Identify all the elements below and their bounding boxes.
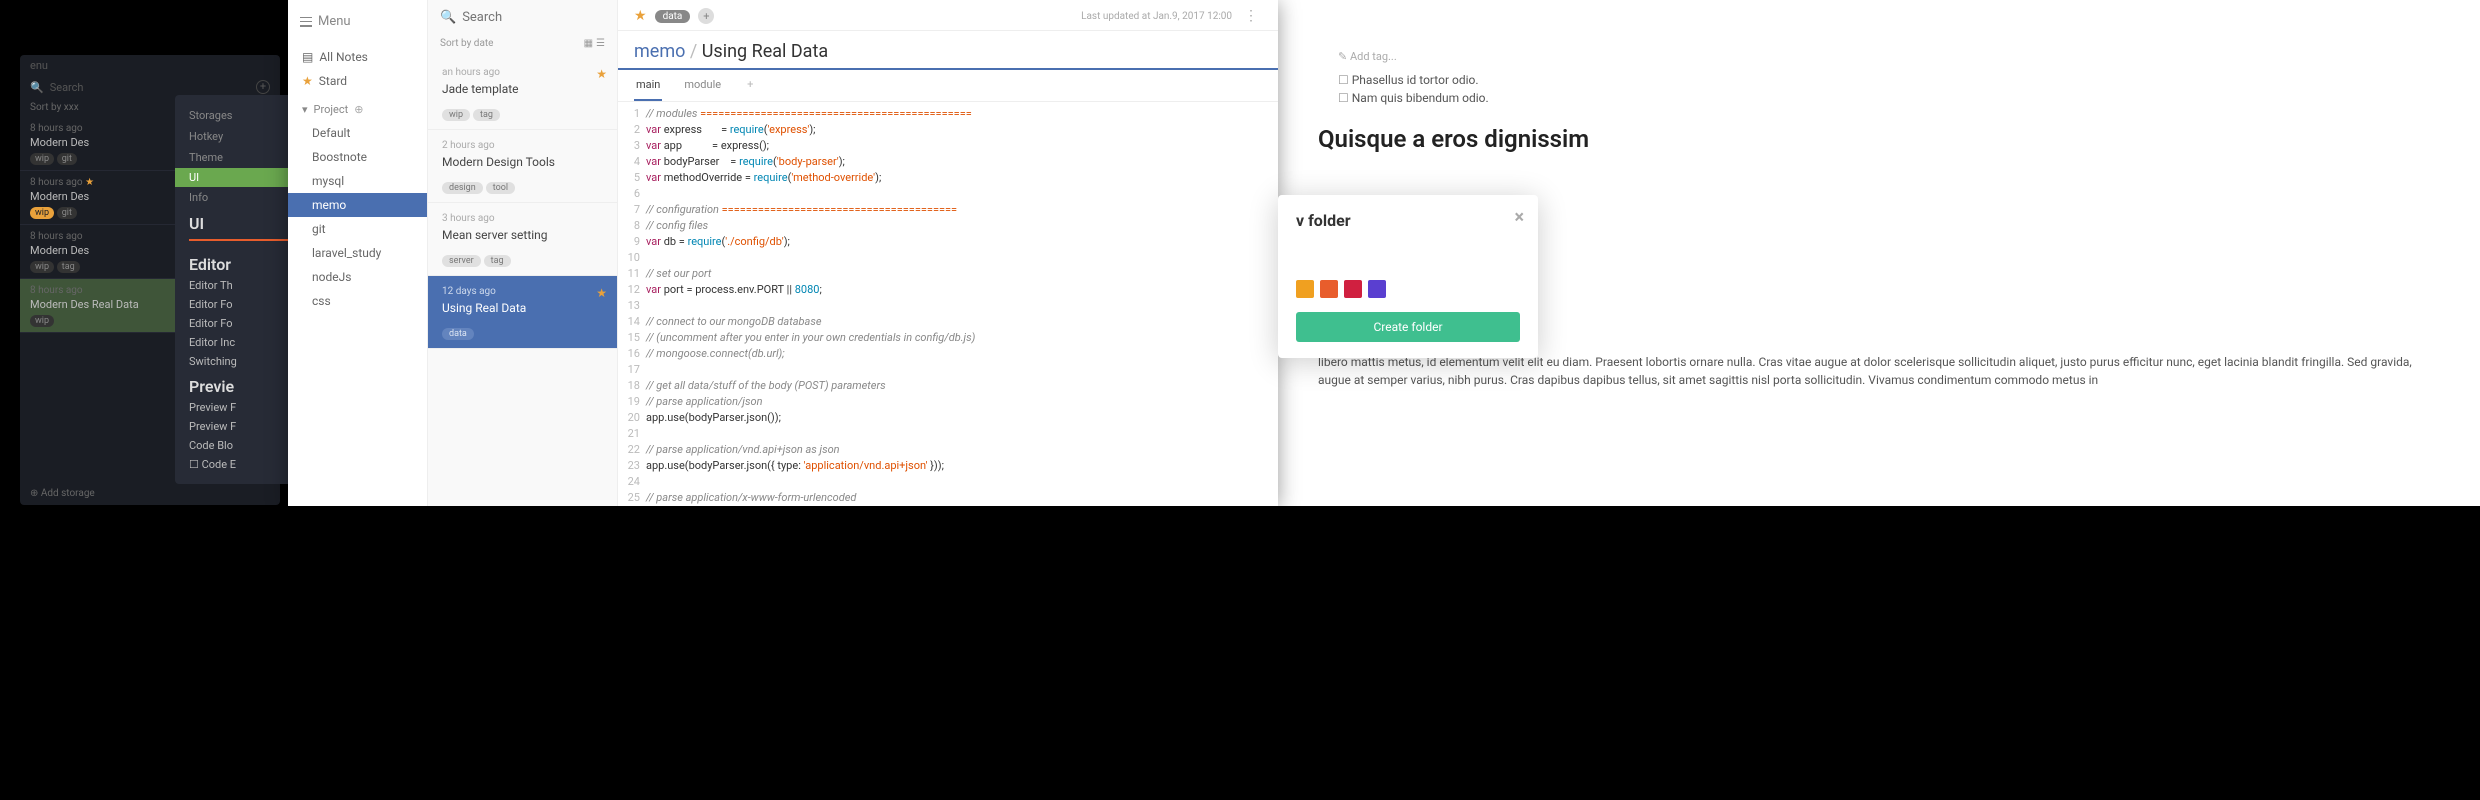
search-icon: 🔍 <box>440 10 456 25</box>
boostnote-app: Menu ▤All Notes ★Stard ▾Project⊕ Default… <box>288 0 1278 506</box>
editor-tab-module[interactable]: module <box>682 70 723 101</box>
color-swatch[interactable] <box>1320 280 1338 298</box>
sidebar-folder-git[interactable]: git <box>288 217 427 241</box>
code-editor[interactable]: 1// modules ============================… <box>618 102 1278 506</box>
modal-title: v folder× <box>1296 211 1520 230</box>
sidebar-folder-mysql[interactable]: mysql <box>288 169 427 193</box>
sidebar-folder-memo[interactable]: memo <box>288 193 427 217</box>
more-menu-icon[interactable]: ⋮ <box>1240 8 1262 24</box>
editor-tabs: main module + <box>618 70 1278 102</box>
color-swatches <box>1296 280 1520 298</box>
star-icon: ★ <box>596 286 607 300</box>
editor-panel: ★ data + Last updated at Jan.9, 2017 12:… <box>618 0 1278 506</box>
checklist-item[interactable]: Phasellus id tortor odio. <box>1318 71 2440 89</box>
note-list-panel: 🔍 + Sort by date ▦ ☰ ★an hours agoJade t… <box>428 0 618 506</box>
color-swatch[interactable] <box>1344 280 1362 298</box>
search-input[interactable] <box>462 10 628 25</box>
add-tab-button[interactable]: + <box>743 70 757 101</box>
menu-toggle[interactable]: Menu <box>288 8 427 35</box>
sidebar: Menu ▤All Notes ★Stard ▾Project⊕ Default… <box>288 0 428 506</box>
note-tag[interactable]: data <box>655 10 691 23</box>
note-card[interactable]: 2 hours agoModern Design Toolsdesigntool <box>428 130 617 203</box>
new-folder-modal: v folder× Create folder <box>1278 195 1538 358</box>
breadcrumb: memo / Using Real Data <box>618 31 1278 70</box>
breadcrumb-folder[interactable]: memo <box>634 41 685 62</box>
note-card[interactable]: 3 hours agoMean server settingservertag <box>428 203 617 276</box>
editor-tab-main[interactable]: main <box>634 70 662 101</box>
note-card[interactable]: ★12 days agoUsing Real Datadata <box>428 276 617 349</box>
star-icon: ★ <box>596 67 607 81</box>
doc-paragraph: libero mattis metus, id elementum velit … <box>1318 353 2440 389</box>
sort-label[interactable]: Sort by date <box>440 38 493 49</box>
doc-heading: Quisque a eros dignissim <box>1318 125 2440 153</box>
sidebar-stard[interactable]: ★Stard <box>288 69 427 93</box>
star-icon[interactable]: ★ <box>634 8 647 24</box>
sidebar-project-header[interactable]: ▾Project⊕ <box>288 93 427 121</box>
sidebar-folder-nodeJs[interactable]: nodeJs <box>288 265 427 289</box>
list-view-icon[interactable]: ☰ <box>596 38 605 49</box>
note-card[interactable]: ★an hours agoJade templatewiptag <box>428 57 617 130</box>
add-tag-hint[interactable]: ✎ Add tag... <box>1338 50 2440 63</box>
add-project-icon[interactable]: ⊕ <box>354 103 363 116</box>
sidebar-all-notes[interactable]: ▤All Notes <box>288 45 427 69</box>
color-swatch[interactable] <box>1368 280 1386 298</box>
grid-view-icon[interactable]: ▦ <box>584 38 593 49</box>
close-icon[interactable]: × <box>1514 207 1524 228</box>
sidebar-folder-Default[interactable]: Default <box>288 121 427 145</box>
color-swatch[interactable] <box>1296 280 1314 298</box>
create-folder-button[interactable]: Create folder <box>1296 312 1520 342</box>
add-tag-button[interactable]: + <box>698 8 714 24</box>
last-updated: Last updated at Jan.9, 2017 12:00 <box>1081 11 1232 22</box>
sidebar-folder-laravel_study[interactable]: laravel_study <box>288 241 427 265</box>
checklist-item[interactable]: Nam quis bibendum odio. <box>1318 89 2440 107</box>
sidebar-folder-Boostnote[interactable]: Boostnote <box>288 145 427 169</box>
breadcrumb-title: Using Real Data <box>702 41 828 62</box>
sidebar-folder-css[interactable]: css <box>288 289 427 313</box>
